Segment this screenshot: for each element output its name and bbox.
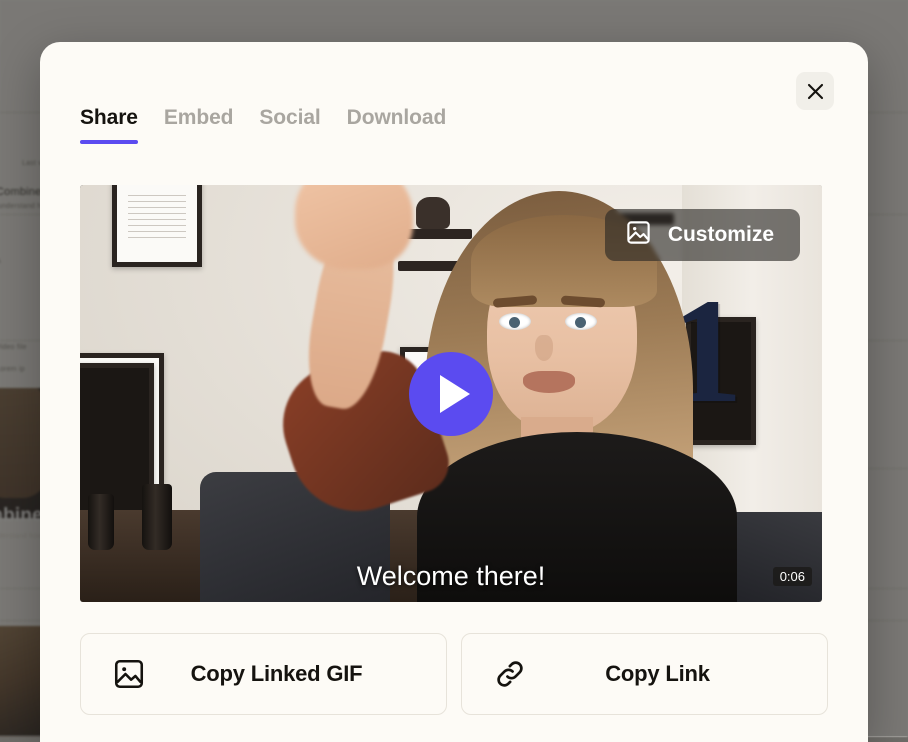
customize-label: Customize xyxy=(668,223,774,247)
copy-link-label: Copy Link xyxy=(558,661,827,687)
modal-actions: Copy Linked GIF Copy Link xyxy=(80,633,828,715)
image-icon xyxy=(625,219,652,252)
copy-link-button[interactable]: Copy Link xyxy=(461,633,828,715)
customize-button[interactable]: Customize xyxy=(605,209,800,261)
scene-tumbler xyxy=(142,484,172,550)
video-preview[interactable]: 1 xyxy=(80,185,822,602)
close-icon xyxy=(807,83,824,100)
tab-embed[interactable]: Embed xyxy=(164,106,234,156)
tab-download[interactable]: Download xyxy=(347,106,447,156)
close-button[interactable] xyxy=(796,72,834,110)
tab-social[interactable]: Social xyxy=(259,106,320,156)
copy-linked-gif-label: Copy Linked GIF xyxy=(177,661,446,687)
scene-tumbler xyxy=(88,494,114,550)
play-button[interactable] xyxy=(409,352,493,436)
image-icon xyxy=(81,657,177,691)
copy-linked-gif-button[interactable]: Copy Linked GIF xyxy=(80,633,447,715)
tab-share[interactable]: Share xyxy=(80,106,138,156)
scene-picture-frame xyxy=(112,185,202,267)
modal-tabs: Share Embed Social Download xyxy=(80,106,446,156)
link-icon xyxy=(462,657,558,691)
share-modal: Share Embed Social Download 1 xyxy=(40,42,868,742)
play-icon xyxy=(440,375,470,413)
